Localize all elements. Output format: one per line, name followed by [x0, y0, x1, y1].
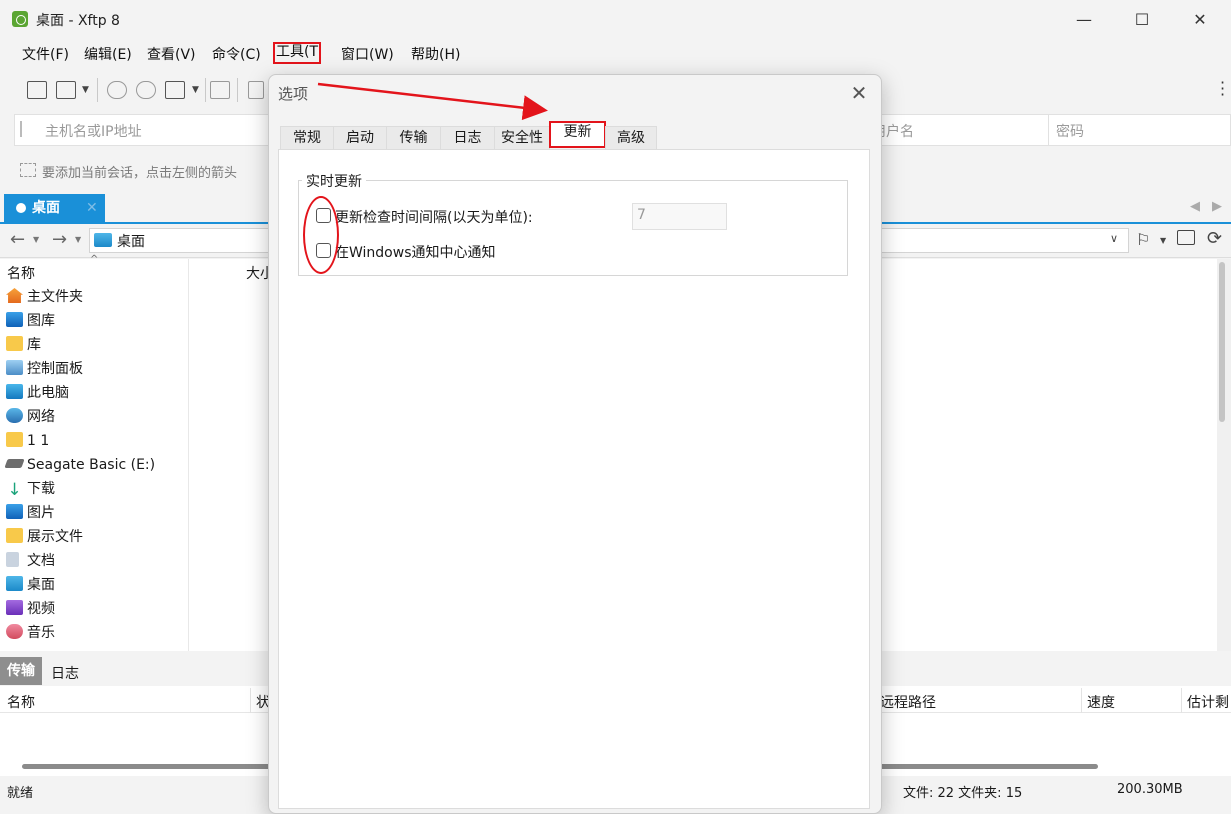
annotation-arrow-icon [317, 82, 548, 121]
